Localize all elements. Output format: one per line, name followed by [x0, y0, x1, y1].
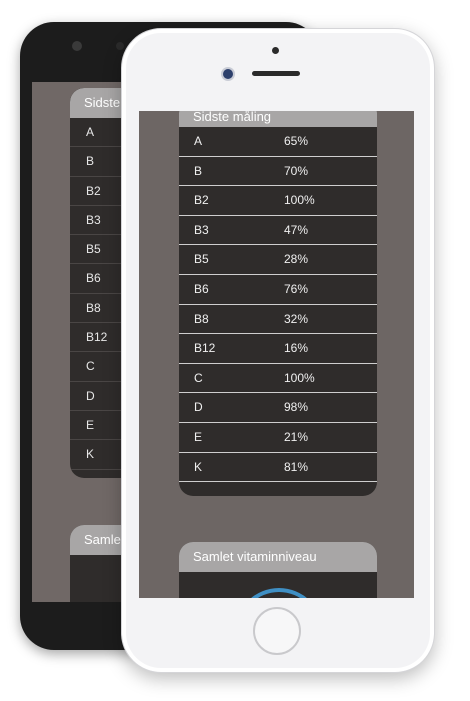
- vitamin-label: B5: [194, 252, 209, 267]
- front-camera-icon: [223, 69, 233, 79]
- vitamin-value: 32%: [284, 311, 309, 326]
- home-button[interactable]: [253, 607, 301, 655]
- vitamin-row: B3 47%: [179, 216, 377, 246]
- vitamin-label: C: [194, 370, 203, 385]
- vitamin-label: E: [194, 429, 203, 444]
- vitamin-value: 47%: [284, 222, 309, 237]
- sensor-icon: [116, 42, 124, 50]
- vitamin-label: B: [194, 163, 203, 178]
- vitamin-value: 100%: [284, 370, 315, 385]
- vitamin-label: B2: [194, 193, 209, 208]
- vitamin-label: B6: [194, 281, 209, 296]
- vitamin-value: 28%: [284, 252, 309, 267]
- vitamin-row: B5 28%: [179, 245, 377, 275]
- vitamin-label: B12: [194, 341, 216, 356]
- vitamin-row: B8 32%: [179, 305, 377, 335]
- camera-icon: [72, 41, 82, 51]
- proximity-sensor-icon: [272, 47, 279, 54]
- earpiece-speaker: [252, 71, 300, 76]
- vitamin-row: B 70%: [179, 157, 377, 187]
- vitamin-label: K: [194, 459, 203, 474]
- vitamin-row: B12 16%: [179, 334, 377, 364]
- card-title: Sidste måling: [179, 111, 377, 127]
- vitamin-row: C 100%: [179, 364, 377, 394]
- vitamin-value: 21%: [284, 429, 309, 444]
- vitamin-value: 98%: [284, 400, 309, 415]
- vitamin-row: D 98%: [179, 393, 377, 423]
- vitamin-label: B8: [194, 311, 209, 326]
- front-phone: Sidste måling A 65% B 70% B2 100% B3 47% B5 28% B6…: [121, 28, 435, 673]
- vitamin-label: D: [194, 400, 203, 415]
- vitamin-value: 70%: [284, 163, 309, 178]
- card-title: Samlet vitaminniveau: [179, 542, 377, 572]
- vitamin-value: 81%: [284, 459, 309, 474]
- vitamin-row: E 21%: [179, 423, 377, 453]
- total-vitamin-card: Samlet vitaminniveau: [179, 542, 377, 598]
- vitamin-row: B2 100%: [179, 186, 377, 216]
- vitamin-value: 65%: [284, 134, 309, 148]
- vitamin-row: K 81%: [179, 453, 377, 483]
- vitamin-label: A: [194, 134, 203, 148]
- front-phone-screen: Sidste måling A 65% B 70% B2 100% B3 47% B5 28% B6…: [139, 111, 414, 598]
- vitamin-value: 16%: [284, 341, 309, 356]
- vitamin-value: 76%: [284, 281, 309, 296]
- last-measurement-card: Sidste måling A 65% B 70% B2 100% B3 47% B5 28% B6…: [179, 111, 377, 496]
- vitamin-value: 100%: [284, 193, 315, 208]
- vitamin-row: B6 76%: [179, 275, 377, 305]
- vitamin-level-gauge: [216, 569, 342, 598]
- vitamin-label: B3: [194, 222, 209, 237]
- vitamin-row: A 65%: [179, 127, 377, 157]
